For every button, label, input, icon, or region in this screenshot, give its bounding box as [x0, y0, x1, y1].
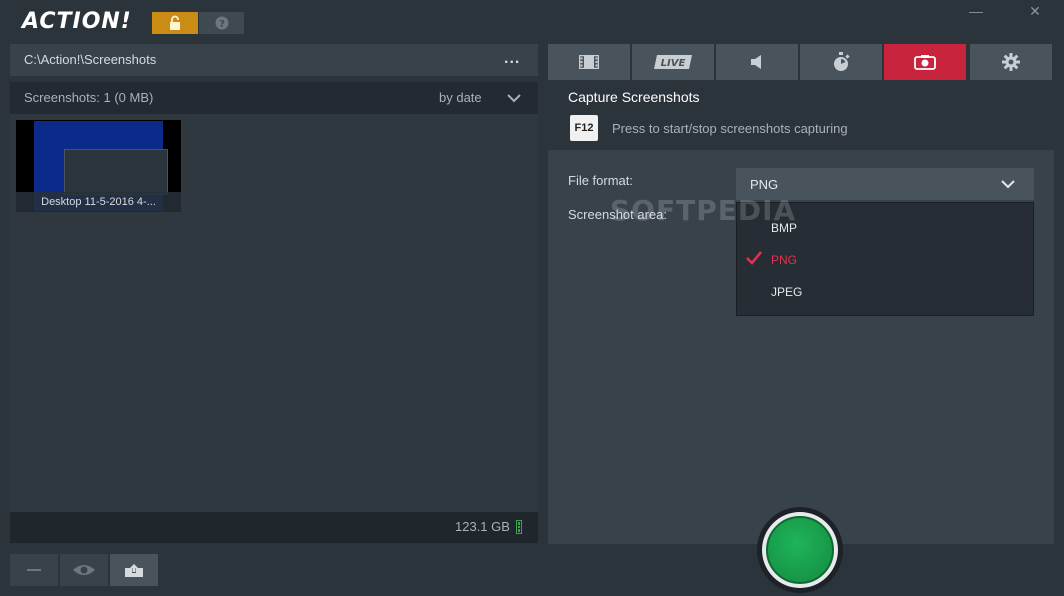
- record-button[interactable]: [757, 507, 843, 593]
- tab-benchmark[interactable]: [800, 44, 882, 80]
- sort-selector[interactable]: by date: [439, 90, 482, 105]
- close-button[interactable]: ✕: [1022, 2, 1048, 20]
- delete-button[interactable]: [10, 554, 58, 586]
- tab-settings[interactable]: [970, 44, 1052, 80]
- camera-icon: [914, 55, 936, 70]
- chevron-down-icon[interactable]: [1000, 178, 1016, 190]
- tab-live[interactable]: LIVE: [632, 44, 714, 80]
- svg-text:?: ?: [219, 19, 225, 30]
- minus-icon: [27, 569, 41, 571]
- stopwatch-icon: [834, 52, 850, 71]
- chevron-down-icon[interactable]: [506, 92, 522, 104]
- lock-button[interactable]: [152, 12, 198, 34]
- lock-icon: [170, 15, 180, 30]
- browse-folder-button[interactable]: ...: [504, 50, 520, 68]
- record-icon: [766, 516, 834, 584]
- preview-button[interactable]: [60, 554, 108, 586]
- checkmark-icon: [746, 251, 762, 265]
- tab-video[interactable]: [548, 44, 630, 80]
- capture-hint: Press to start/stop screenshots capturin…: [612, 121, 848, 136]
- question-icon: ?: [215, 16, 228, 30]
- watermark: SOFTPEDIA: [610, 194, 797, 227]
- screenshot-thumbnail[interactable]: Desktop 11-5-2016 4-...: [16, 120, 181, 212]
- tab-screenshots[interactable]: [884, 44, 966, 80]
- gear-icon: [1002, 53, 1020, 71]
- hotkey-button[interactable]: F12: [570, 115, 598, 141]
- eye-icon: [73, 565, 95, 575]
- app-logo: ACTION!: [22, 9, 132, 34]
- record-button-ring: [762, 512, 838, 588]
- tab-audio[interactable]: [716, 44, 798, 80]
- svg-text:LIVE: LIVE: [661, 58, 686, 69]
- file-format-label: File format:: [568, 173, 634, 188]
- thumbnail-window: [64, 149, 168, 195]
- format-option-png[interactable]: PNG: [771, 253, 797, 267]
- screenshot-count: Screenshots: 1 (0 MB): [24, 90, 154, 105]
- export-icon: [125, 563, 143, 577]
- format-option-jpeg[interactable]: JPEG: [771, 285, 802, 299]
- live-icon: LIVE: [654, 55, 692, 69]
- speaker-icon: [751, 55, 761, 69]
- help-button[interactable]: ?: [199, 12, 244, 34]
- disk-free-space: 123.1 GB: [455, 519, 510, 534]
- folder-path: C:\Action!\Screenshots: [24, 52, 157, 67]
- file-format-value: PNG: [750, 176, 779, 192]
- capture-title: Capture Screenshots: [568, 89, 700, 105]
- storage-level-icon: [516, 520, 522, 534]
- thumbnail-caption: Desktop 11-5-2016 4-...: [16, 192, 181, 212]
- export-button[interactable]: [110, 554, 158, 586]
- minimize-button[interactable]: —: [963, 2, 989, 20]
- film-icon: [579, 55, 599, 69]
- mode-tabs: LIVE: [548, 44, 968, 80]
